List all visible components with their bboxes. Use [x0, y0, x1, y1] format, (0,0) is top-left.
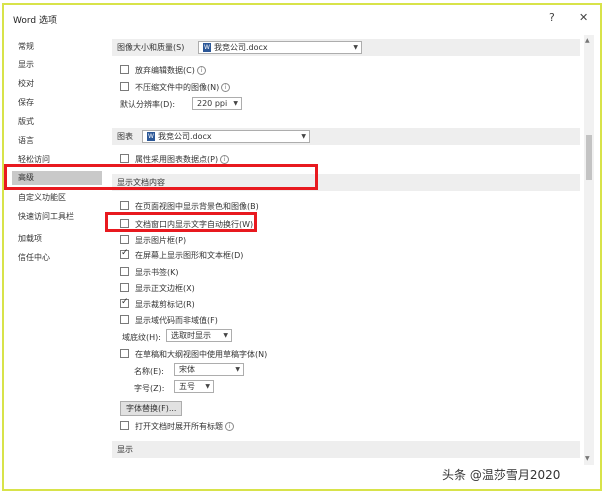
font-name-dropdown[interactable]: 宋体 ▼ — [174, 363, 244, 376]
sidebar-item-trust-center[interactable]: 信任中心 — [18, 252, 50, 263]
sidebar-item-proofing[interactable]: 校对 — [18, 78, 34, 89]
word-doc-icon: W — [147, 132, 155, 141]
title-bar: Word 选项 ? ✕ — [4, 5, 600, 31]
highlight-advanced-box — [4, 164, 318, 190]
chevron-down-icon: ▼ — [235, 366, 240, 373]
display-section-header: 显示 — [112, 441, 580, 458]
discard-editing-data-label: 放弃编辑数据(C) i — [135, 65, 206, 76]
sidebar-item-quick-access[interactable]: 快速访问工具栏 — [18, 211, 74, 222]
field-codes-checkbox[interactable] — [120, 315, 129, 324]
font-name-label: 名称(E): — [134, 367, 164, 376]
sidebar-item-layout[interactable]: 版式 — [18, 116, 34, 127]
font-substitution-button[interactable]: 字体替换(F)... — [120, 401, 183, 416]
crop-marks-label: 显示裁剪标记(R) — [135, 300, 195, 309]
bg-colors-checkbox[interactable] — [120, 201, 129, 210]
bg-colors-label: 在页面视图中显示背景色和图像(B) — [135, 202, 259, 211]
image-quality-file-value: 我竞公司.docx — [214, 43, 268, 52]
chart-file-value: 我竞公司.docx — [158, 132, 212, 141]
picture-placeholders-label: 显示图片框(P) — [135, 236, 187, 245]
chevron-down-icon: ▼ — [233, 100, 238, 107]
chevron-down-icon: ▼ — [301, 133, 306, 140]
drawings-textboxes-label: 在屏幕上显示图形和文本框(D) — [135, 251, 244, 260]
default-resolution-value: 220 ppi — [197, 99, 228, 108]
default-resolution-dropdown[interactable]: 220 ppi ▼ — [192, 97, 242, 110]
scrollbar-thumb[interactable] — [586, 135, 592, 180]
discard-editing-data-checkbox[interactable] — [120, 65, 129, 74]
field-shading-dropdown[interactable]: 选取时显示 ▼ — [166, 329, 232, 342]
highlight-text-wrap-box — [105, 212, 257, 232]
default-resolution-label: 默认分辨率(D): — [120, 100, 176, 109]
font-size-value: 五号 — [179, 382, 195, 391]
display-section-label: 显示 — [117, 445, 133, 454]
sidebar-item-display[interactable]: 显示 — [18, 59, 34, 70]
scroll-down-icon[interactable]: ▼ — [585, 455, 590, 462]
image-quality-file-dropdown[interactable]: W 我竞公司.docx ▼ — [198, 41, 362, 54]
sidebar-item-language[interactable]: 语言 — [18, 135, 34, 146]
info-icon: i — [221, 83, 231, 92]
chevron-down-icon: ▼ — [205, 383, 210, 390]
field-codes-label: 显示域代码而非域值(F) — [135, 316, 218, 325]
font-name-value: 宋体 — [179, 365, 195, 374]
sidebar-item-save[interactable]: 保存 — [18, 97, 34, 108]
text-boundaries-checkbox[interactable] — [120, 283, 129, 292]
field-shading-value: 选取时显示 — [171, 331, 211, 340]
dialog-title: Word 选项 — [13, 16, 57, 26]
show-bookmarks-checkbox[interactable] — [120, 267, 129, 276]
sidebar-item-general[interactable]: 常规 — [18, 41, 34, 52]
watermark: 头条 @温莎雪月2020 — [442, 468, 561, 482]
no-compress-images-checkbox[interactable] — [120, 82, 129, 91]
sidebar-item-customize-ribbon[interactable]: 自定义功能区 — [18, 192, 66, 203]
expand-headings-checkbox[interactable] — [120, 421, 129, 430]
help-button[interactable]: ? — [549, 11, 555, 24]
chart-file-dropdown[interactable]: W 我竞公司.docx ▼ — [142, 130, 310, 143]
word-doc-icon: W — [203, 43, 211, 52]
font-size-label: 字号(Z): — [134, 384, 165, 393]
chart-props-checkbox[interactable] — [120, 154, 129, 163]
sidebar-item-addins[interactable]: 加载项 — [18, 233, 42, 244]
text-boundaries-label: 显示正文边框(X) — [135, 284, 195, 293]
chevron-down-icon: ▼ — [223, 332, 228, 339]
advanced-options-pane: 图像大小和质量(S) W 我竞公司.docx ▼ 放弃编辑数据(C) i 不压缩文件中… — [104, 35, 598, 465]
crop-marks-checkbox[interactable] — [120, 297, 129, 308]
scroll-up-icon[interactable]: ▲ — [585, 37, 590, 44]
sidebar: 常规 显示 校对 保存 版式 语言 轻松访问 高级 自定义功能区 快速访问工具栏… — [10, 35, 102, 463]
image-quality-label: 图像大小和质量(S) — [117, 43, 185, 52]
no-compress-images-label: 不压缩文件中的图像(N) i — [135, 82, 231, 93]
font-size-dropdown[interactable]: 五号 ▼ — [174, 380, 214, 393]
chart-section-label: 图表 — [117, 132, 133, 141]
close-button[interactable]: ✕ — [579, 11, 588, 24]
draft-font-label: 在草稿和大纲视图中使用草稿字体(N) — [135, 350, 268, 359]
expand-headings-label: 打开文档时展开所有标题 i — [135, 421, 234, 432]
info-icon: i — [225, 422, 234, 431]
info-icon: i — [196, 66, 206, 75]
show-bookmarks-label: 显示书签(K) — [135, 268, 179, 277]
picture-placeholders-checkbox[interactable] — [120, 235, 129, 244]
word-options-dialog: Word 选项 ? ✕ 常规 显示 校对 保存 版式 语言 轻松访问 高级 自定… — [2, 3, 602, 491]
field-shading-label: 域底纹(H): — [122, 333, 161, 342]
vertical-scrollbar[interactable]: ▲ ▼ — [584, 35, 594, 465]
info-icon: i — [220, 155, 230, 164]
drawings-textboxes-checkbox[interactable] — [120, 248, 129, 259]
chevron-down-icon: ▼ — [353, 44, 358, 51]
draft-font-checkbox[interactable] — [120, 349, 129, 358]
